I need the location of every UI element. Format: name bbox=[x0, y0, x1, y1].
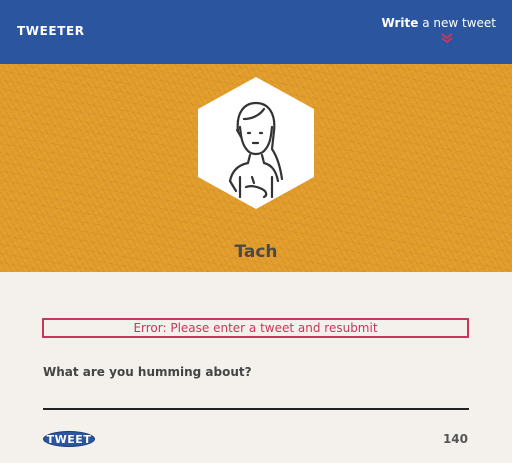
compose-link[interactable]: Write a new tweet bbox=[381, 16, 496, 30]
tweet-button[interactable]: TWEET bbox=[43, 431, 95, 447]
error-message: Error: Please enter a tweet and resubmit bbox=[42, 318, 469, 338]
top-bar: TWEETER Write a new tweet bbox=[0, 0, 512, 64]
logo[interactable]: TWEETER bbox=[17, 24, 85, 38]
compose-link-text: a new tweet bbox=[418, 16, 496, 30]
person-avatar-icon bbox=[198, 77, 314, 209]
user-name: Tach bbox=[234, 242, 278, 262]
chevron-down-icon[interactable] bbox=[440, 32, 454, 44]
tweet-prompt-label: What are you humming about? bbox=[43, 365, 252, 379]
char-count: 140 bbox=[442, 432, 468, 446]
profile-hero: Tach bbox=[0, 64, 512, 272]
compose-link-bold: Write bbox=[381, 16, 419, 30]
tweet-input[interactable] bbox=[43, 382, 469, 410]
